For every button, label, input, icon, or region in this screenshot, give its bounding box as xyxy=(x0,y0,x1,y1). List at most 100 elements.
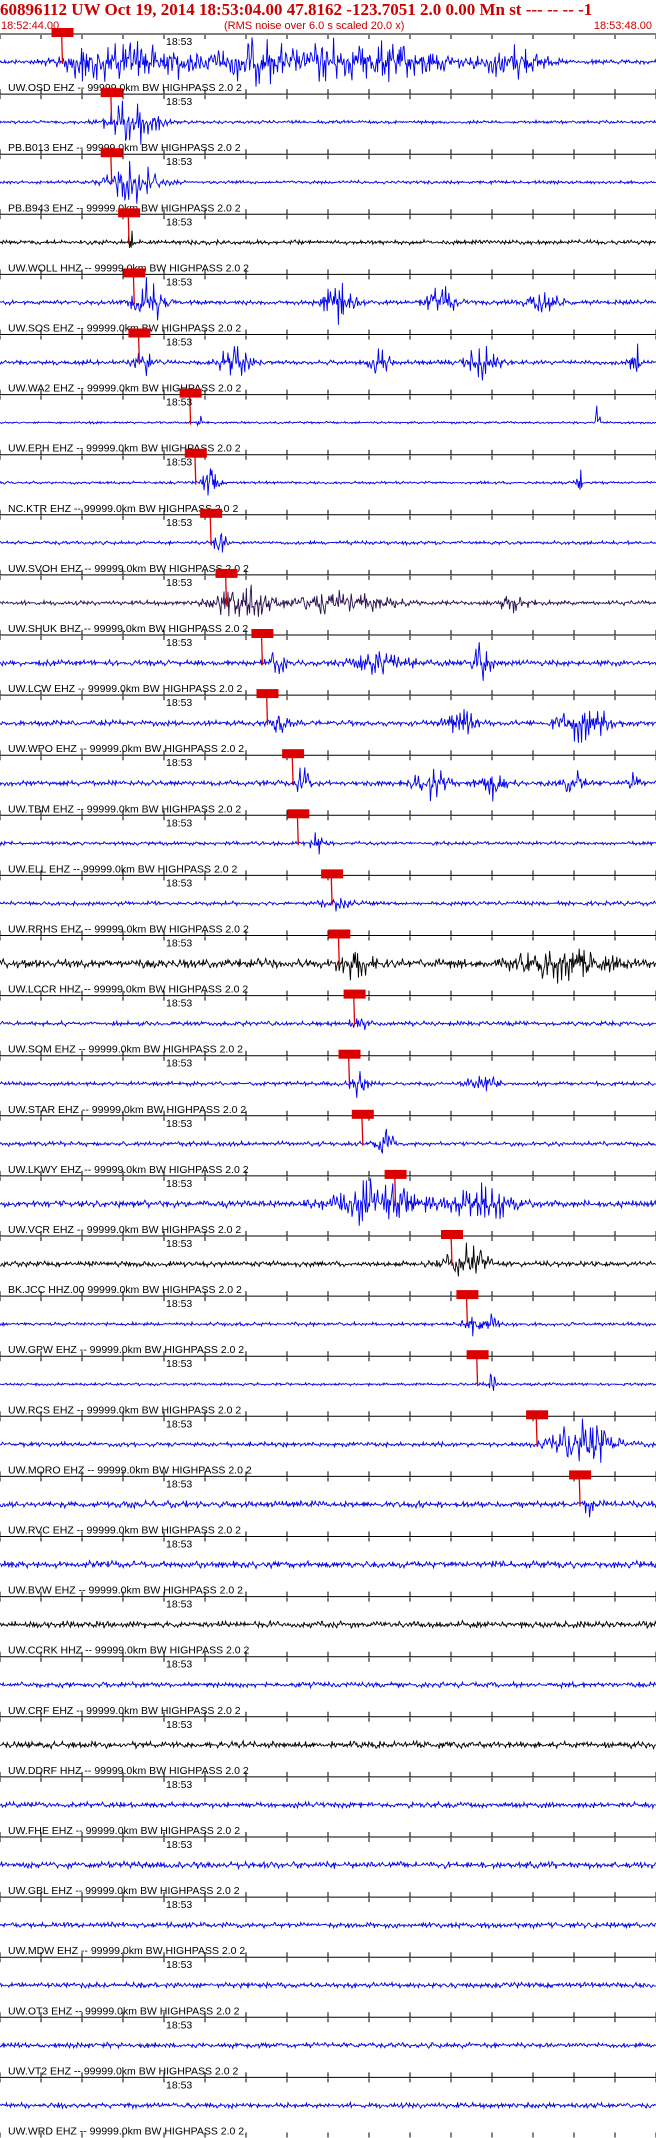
waveform-trace xyxy=(0,2100,656,2110)
waveform-trace xyxy=(0,160,656,204)
waveform-trace xyxy=(0,832,656,855)
minute-label: 18:53 xyxy=(166,1418,192,1430)
station-label: UW.MORO EHZ -- 99999.0km BW HIGHPASS 2.0… xyxy=(8,1464,252,1476)
station-label: UW.RCS EHZ -- 99999.0km BW HIGHPASS 2.0 … xyxy=(8,1404,241,1416)
minute-label: 18:53 xyxy=(166,998,192,1010)
waveform-trace xyxy=(0,709,656,743)
waveform-trace xyxy=(0,100,656,145)
pick-marker xyxy=(569,1470,592,1480)
waveform-trace xyxy=(0,468,656,496)
waveform-trace xyxy=(0,1128,656,1155)
minute-label: 18:53 xyxy=(166,156,192,168)
waveform-trace xyxy=(0,1242,656,1277)
waveform-trace xyxy=(0,343,656,381)
waveform-trace xyxy=(0,1558,656,1570)
waveform-trace xyxy=(0,1859,656,1871)
minute-label: 18:53 xyxy=(166,216,192,228)
minute-label: 18:53 xyxy=(166,1719,192,1731)
waveform-trace xyxy=(0,948,656,984)
minute-label: 18:53 xyxy=(166,1959,192,1971)
station-label: UW.SOS EHZ -- 99999.0km BW HIGHPASS 2.0 … xyxy=(8,323,241,335)
minute-label: 18:53 xyxy=(166,337,192,349)
pick-marker xyxy=(123,268,146,278)
minute-label: 18:53 xyxy=(166,938,192,950)
station-label: UW.SHUK BHZ -- 99999.0km BW HIGHPASS 2.0… xyxy=(8,623,248,635)
minute-label: 18:53 xyxy=(166,1659,192,1671)
station-label: UW.BVW EHZ -- 99999.0km BW HIGHPASS 2.0 … xyxy=(8,1585,243,1597)
waveform-trace xyxy=(0,1178,656,1226)
waveform-trace xyxy=(0,1071,656,1098)
pick-marker xyxy=(328,929,351,939)
waveform-trace xyxy=(0,532,656,553)
pick-marker xyxy=(526,1410,549,1420)
minute-label: 18:53 xyxy=(166,1238,192,1250)
station-label: UW.LCW EHZ -- 99999.0km BW HIGHPASS 2.0 … xyxy=(8,683,243,695)
station-label: UW.MDW EHZ -- 99999.0km BW HIGHPASS 2.0 … xyxy=(8,1945,245,1957)
pick-marker xyxy=(282,749,305,759)
minute-label: 18:53 xyxy=(166,1899,192,1911)
minute-label: 18:53 xyxy=(166,1539,192,1551)
station-label: UW.WA2 EHZ -- 99999.0km BW HIGHPASS 2.0 … xyxy=(8,383,242,395)
waveform-trace xyxy=(0,1018,656,1030)
pick-marker xyxy=(51,28,74,37)
pick-marker xyxy=(251,629,274,638)
pick-marker xyxy=(118,208,141,218)
minute-label: 18:53 xyxy=(166,1178,192,1190)
minute-label: 18:53 xyxy=(166,817,192,829)
waveform-trace xyxy=(0,1373,656,1391)
minute-label: 18:53 xyxy=(166,276,192,288)
minute-label: 18:53 xyxy=(166,1478,192,1490)
waveform-trace xyxy=(0,584,656,617)
pick-marker xyxy=(128,328,151,338)
station-label: UW.SVOH EHZ -- 99999.0km BW HIGHPASS 2.0… xyxy=(8,563,249,575)
station-label: UW.TBM EHZ -- 99999.0km BW HIGHPASS 2.0 … xyxy=(8,803,241,815)
station-label: BK.JCC HHZ.00 99999.0km BW HIGHPASS 2.0 … xyxy=(8,1284,242,1296)
station-label: UW.GBL EHZ -- 99999.0km BW HIGHPASS 2.0 … xyxy=(8,1885,240,1897)
waveform-trace xyxy=(0,1920,656,1930)
minute-label: 18:53 xyxy=(166,877,192,889)
pick-marker xyxy=(384,1169,407,1179)
station-label: UW.VCR EHZ -- 99999.0km BW HIGHPASS 2.0 … xyxy=(8,1224,241,1236)
seismogram-chart: 18:53 UW.OSD EHZ -- 99999.0km BW HIGHPASS… xyxy=(0,28,656,2138)
minute-label: 18:53 xyxy=(166,36,192,48)
station-label: UW.ELL EHZ -- 99999.0km BW HIGHPASS 2.0 … xyxy=(8,863,237,875)
station-label: PB.B013 EHZ -- 99999.0km BW HIGHPASS 2.0… xyxy=(8,142,241,154)
pick-marker xyxy=(351,1109,374,1119)
station-label: UW.CCRK HHZ -- 99999.0km BW HIGHPASS 2.0… xyxy=(8,1645,250,1657)
pick-marker xyxy=(287,809,310,819)
waveform-trace xyxy=(0,1418,656,1463)
waveform-trace xyxy=(0,37,656,87)
pick-marker xyxy=(100,88,123,98)
waveform-trace xyxy=(0,897,656,912)
station-label: UW.SOM EHZ -- 99999.0km BW HIGHPASS 2.0 … xyxy=(8,1044,243,1056)
pick-marker xyxy=(215,568,238,578)
waveform-trace xyxy=(0,1680,656,1690)
minute-label: 18:53 xyxy=(166,637,192,649)
station-label: UW.OT3 EHZ -- 99999.0km BW HIGHPASS 2.0 … xyxy=(8,2005,240,2017)
minute-label: 18:53 xyxy=(166,1298,192,1310)
station-label: UW.LCCR HHZ -- 99999.0km BW HIGHPASS 2.0… xyxy=(8,984,248,996)
minute-label: 18:53 xyxy=(166,517,192,529)
pick-marker xyxy=(343,989,366,999)
station-label: UW.LKWY EHZ -- 99999.0km BW HIGHPASS 2.0… xyxy=(8,1164,249,1176)
pick-marker xyxy=(321,869,344,879)
minute-label: 18:53 xyxy=(166,757,192,769)
pick-marker xyxy=(466,1350,489,1360)
pick-marker xyxy=(441,1230,463,1239)
station-label: UW.CRF EHZ -- 99999.0km BW HIGHPASS 2.0 … xyxy=(8,1705,241,1717)
minute-label: 18:53 xyxy=(166,397,192,409)
waveform-trace xyxy=(0,767,656,802)
waveform-trace xyxy=(0,2041,656,2050)
station-label: UW.STAR EHZ -- 99999.0km BW HIGHPASS 2.0… xyxy=(8,1104,246,1116)
station-label: UW.RVC EHZ -- 99999.0km BW HIGHPASS 2.0 … xyxy=(8,1525,241,1537)
minute-label: 18:53 xyxy=(166,1118,192,1130)
pick-marker xyxy=(200,508,223,518)
waveform-trace xyxy=(0,1980,656,1990)
station-label: UW.RRHS EHZ -- 99999.0km BW HIGHPASS 2.0… xyxy=(8,924,249,936)
station-label: UW.FHE EHZ -- 99999.0km BW HIGHPASS 2.0 … xyxy=(8,1825,240,1837)
waveform-trace xyxy=(0,1313,656,1337)
minute-label: 18:53 xyxy=(166,2019,192,2031)
minute-label: 18:53 xyxy=(166,1358,192,1370)
waveform-trace xyxy=(0,1739,656,1751)
minute-label: 18:53 xyxy=(166,697,192,709)
